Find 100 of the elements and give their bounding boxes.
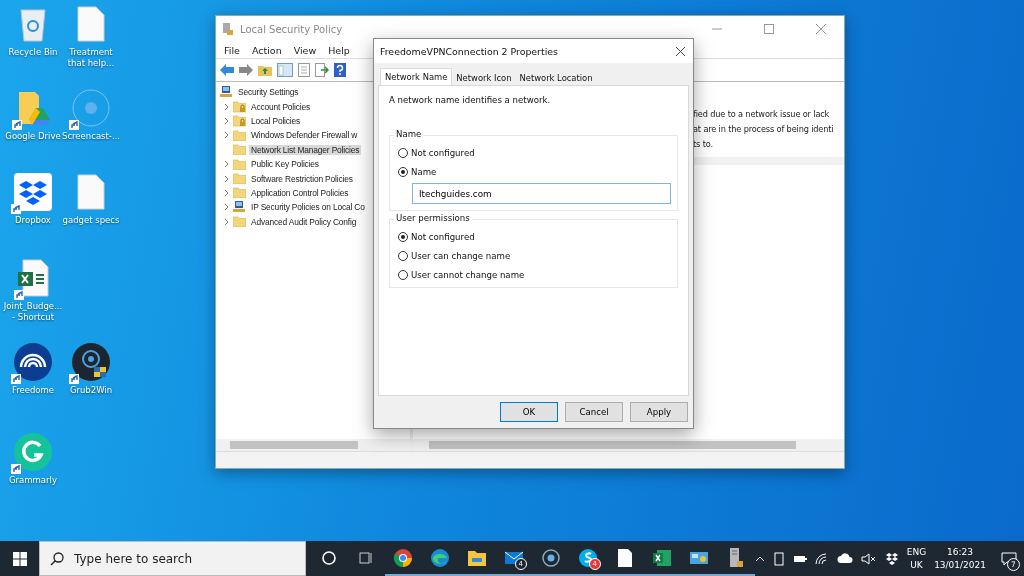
mail-icon[interactable] — [504, 549, 525, 566]
document-icon — [77, 6, 105, 42]
radio-button[interactable] — [398, 269, 408, 280]
chevron-right-icon[interactable] — [224, 217, 230, 226]
console-tree-icon[interactable] — [277, 63, 293, 77]
excel-file-icon — [17, 259, 49, 297]
grammarly-icon — [14, 433, 52, 471]
folder-icon — [233, 187, 246, 199]
tree-item[interactable]: Local Policies — [249, 115, 303, 126]
tree-item[interactable]: Public Key Policies — [249, 159, 321, 170]
folder-icon — [233, 158, 246, 170]
chevron-right-icon[interactable] — [224, 102, 230, 111]
muted-speaker-icon[interactable] — [860, 552, 877, 565]
dialog-button[interactable]: Apply — [630, 402, 688, 422]
app-icon — [222, 22, 234, 36]
cloud-icon[interactable] — [836, 553, 853, 564]
search-icon — [50, 551, 65, 566]
computer-icon — [220, 86, 233, 99]
description-text: fied due to a network issue or lack — [693, 108, 831, 120]
radio-label[interactable]: Name — [411, 166, 437, 177]
phone-icon[interactable] — [772, 551, 785, 566]
edge-icon[interactable] — [430, 547, 451, 568]
radio-button[interactable] — [398, 147, 408, 158]
control-panel-icon[interactable] — [689, 549, 710, 566]
battery-icon[interactable] — [792, 553, 807, 564]
radio-label[interactable]: Not configured — [411, 147, 475, 158]
chevron-up-icon[interactable] — [754, 555, 765, 562]
tree-item[interactable]: Network List Manager Policies — [249, 144, 362, 155]
excel-icon[interactable] — [652, 548, 673, 567]
folder-icon — [233, 129, 246, 141]
scroll-bar[interactable] — [216, 439, 410, 451]
chevron-right-icon[interactable] — [224, 116, 230, 125]
chevron-right-icon[interactable] — [224, 203, 230, 212]
search-field[interactable]: Type here to search — [74, 545, 295, 572]
folder-icon — [233, 144, 246, 156]
document-icon — [77, 174, 105, 210]
radio-button[interactable] — [398, 250, 408, 261]
radio-label[interactable]: User can change name — [411, 250, 511, 261]
recycle-bin-icon — [18, 6, 48, 42]
document-icon[interactable] — [617, 547, 634, 568]
radio-label[interactable]: Not configured — [411, 231, 475, 242]
scroll-bar[interactable] — [413, 439, 844, 451]
search-box[interactable]: Type here to search — [39, 541, 306, 576]
help-icon[interactable] — [334, 63, 346, 77]
windows-logo-icon[interactable] — [12, 551, 27, 566]
wifi-icon[interactable] — [814, 552, 829, 565]
clock[interactable]: 16:23 13/01/2021 — [934, 545, 986, 572]
back-arrow-icon[interactable] — [220, 64, 234, 76]
computer-icon — [233, 201, 246, 214]
window-title: Local Security Policy — [240, 23, 344, 35]
dropbox-icon[interactable] — [884, 552, 899, 565]
export-icon[interactable] — [315, 63, 329, 77]
server-icon[interactable] — [728, 546, 745, 569]
close-icon[interactable] — [676, 46, 685, 56]
circle-icon — [72, 89, 110, 127]
task-view-icon[interactable] — [358, 549, 375, 566]
folder-icon[interactable] — [467, 548, 488, 567]
properties-icon[interactable] — [298, 63, 310, 77]
name-field[interactable]: Itechguides.com — [412, 183, 671, 204]
radio-button[interactable] — [398, 166, 408, 177]
locked-folder-icon — [233, 114, 246, 127]
menu-item[interactable]: File — [224, 44, 240, 56]
maximize-icon[interactable] — [764, 24, 774, 34]
chrome-icon[interactable] — [393, 547, 414, 568]
chevron-right-icon[interactable] — [224, 188, 230, 197]
tab[interactable]: Network Name — [380, 68, 453, 85]
folder-icon — [233, 216, 246, 228]
tab[interactable]: Network Icon — [452, 71, 516, 85]
menu-item[interactable]: View — [293, 44, 317, 56]
chevron-right-icon[interactable] — [224, 131, 230, 140]
dialog-button[interactable]: OK — [500, 402, 558, 422]
up-folder-icon[interactable] — [258, 64, 272, 76]
chevron-right-icon[interactable] — [224, 174, 230, 183]
dialog-title: FreedomeVPNConnection 2 Properties — [380, 45, 559, 57]
menu-item[interactable]: Action — [251, 44, 282, 56]
tree-item[interactable]: Windows Defender Firewall w — [249, 130, 360, 141]
cortana-icon[interactable] — [321, 549, 338, 566]
language-indicator[interactable]: ENG UK — [906, 545, 927, 572]
radio-label[interactable]: User cannot change name — [411, 269, 525, 280]
chevron-right-icon[interactable] — [224, 160, 230, 169]
tree-item[interactable]: Security Settings — [236, 87, 301, 98]
forward-arrow-icon[interactable] — [239, 64, 253, 76]
tab[interactable]: Network Location — [515, 71, 597, 85]
group-title: User permissions — [394, 213, 472, 223]
locked-folder-icon — [233, 100, 246, 113]
grub2win-icon — [72, 343, 110, 381]
description-text: A network name identifies a network. — [389, 95, 552, 105]
group-title: Name — [394, 129, 424, 139]
menu-item[interactable]: Help — [328, 44, 350, 56]
dropbox-icon — [14, 173, 52, 211]
description-text: at are in the process of being identi — [693, 123, 835, 135]
tree-item[interactable]: Account Policies — [249, 101, 313, 112]
tree-item[interactable]: Application Control Policies — [249, 187, 351, 198]
radio-button[interactable] — [398, 231, 408, 242]
tree-item[interactable]: Advanced Audit Policy Config — [249, 216, 359, 227]
record-icon[interactable] — [541, 547, 562, 568]
dialog-button[interactable]: Cancel — [565, 402, 623, 422]
tree-item[interactable]: Software Restriction Policies — [249, 173, 355, 184]
tree-item[interactable]: IP Security Policies on Local Co — [249, 202, 367, 213]
folder-icon — [233, 173, 246, 185]
